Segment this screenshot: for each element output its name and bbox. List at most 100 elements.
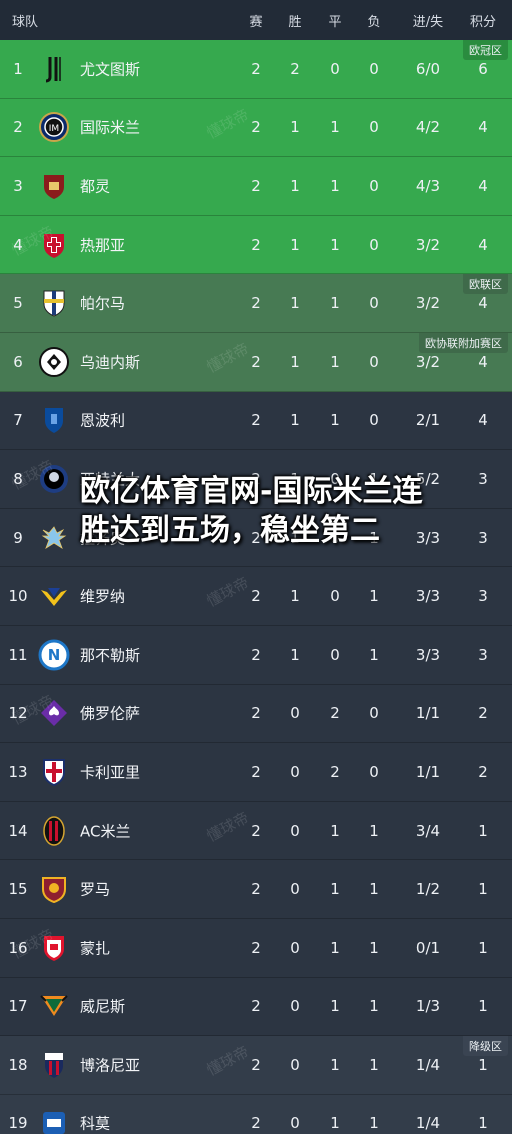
points: 4 [478,352,488,371]
won: 2 [290,59,300,78]
lost: 1 [369,587,379,606]
team-name: 恩波利 [80,411,126,430]
watermark-text: 懂球帝 [203,105,252,143]
rank: 3 [13,176,23,195]
udinese-badge-icon [38,346,70,378]
rank: 12 [8,704,28,723]
table-row[interactable]: 19 科莫 2 0 1 1 1/4 1 [0,1094,512,1134]
team-name: 都灵 [80,177,111,196]
draw: 1 [330,821,340,840]
draw: 1 [330,997,340,1016]
rank: 14 [8,821,28,840]
draw: 2 [330,762,340,781]
svg-text:IM: IM [49,124,59,134]
played: 2 [251,118,261,137]
table-row[interactable]: 4 热那亚 2 1 1 0 3/2 4 懂球帝 [0,215,512,275]
table-row[interactable]: 12 佛罗伦萨 2 0 2 0 1/1 2 懂球帝 [0,684,512,744]
goals: 0/1 [415,938,441,957]
draw: 1 [330,938,340,957]
table-row[interactable]: 18 博洛尼亚 2 0 1 1 1/4 1 降级区 懂球帝 [0,1036,512,1095]
won: 1 [290,294,300,313]
won: 1 [290,587,300,606]
table-row[interactable]: 15 罗马 2 0 1 1 1/2 1 [0,860,512,919]
points: 1 [478,1114,488,1133]
table-row[interactable]: 10 维罗纳 2 1 0 1 3/3 3 懂球帝 [0,567,512,626]
draw: 1 [330,1055,340,1074]
goals: 1/1 [415,762,441,781]
team-name: 罗马 [80,880,111,899]
goals: 1/3 [415,997,441,1016]
table-row[interactable]: 5 帕尔马 2 1 1 0 3/2 4 欧联区 [0,274,512,333]
rank: 17 [8,997,28,1016]
goals: 4/2 [415,118,441,137]
points: 4 [478,118,488,137]
goals: 1/1 [415,704,441,723]
napoli-badge-icon: N [38,639,70,671]
points: 1 [478,821,488,840]
table-row[interactable]: 16 蒙扎 2 0 1 1 0/1 1 懂球帝 [0,918,512,978]
draw: 1 [330,411,340,430]
header-points: 积分 [469,15,497,30]
zone-label-rel: 降级区 [463,1036,508,1057]
goals: 3/2 [415,235,441,254]
goals: 3/3 [415,645,441,664]
team-name: 维罗纳 [80,587,126,606]
points: 4 [478,411,488,430]
played: 2 [251,411,261,430]
table-row[interactable]: 6 乌迪内斯 2 1 1 0 3/2 4 欧协联附加赛区 懂球帝 [0,332,512,392]
table-row[interactable]: 14 AC米兰 2 0 1 1 3/4 1 懂球帝 [0,801,512,861]
goals: 1/4 [415,1055,441,1074]
won: 0 [290,1055,300,1074]
rank: 7 [13,411,23,430]
rank: 9 [13,528,23,547]
team-name: 威尼斯 [80,997,126,1016]
svg-text:N: N [48,646,61,664]
team-name: 尤文图斯 [80,60,141,79]
team-name: AC米兰 [80,822,131,841]
lost: 1 [369,880,379,899]
table-row[interactable]: 2 IM 国际米兰 2 1 1 0 4/2 4 懂球帝 [0,98,512,158]
table-row[interactable]: 11 N 那不勒斯 2 1 0 1 3/3 3 [0,625,512,685]
played: 2 [251,1114,261,1133]
draw: 0 [330,587,340,606]
points: 1 [478,1055,488,1074]
won: 1 [290,645,300,664]
header-played: 赛 [249,15,263,30]
played: 2 [251,704,261,723]
header-goals: 进/失 [412,15,444,30]
won: 1 [290,118,300,137]
monza-badge-icon [38,932,70,964]
table-row[interactable]: 3 都灵 2 1 1 0 4/3 4 [0,157,512,216]
lost: 0 [369,352,379,371]
inter-badge-icon: IM [38,111,70,143]
played: 2 [251,645,261,664]
table-row[interactable]: 7 恩波利 2 1 1 0 2/1 4 [0,391,512,451]
torino-badge-icon [38,170,70,202]
draw: 0 [330,59,340,78]
lost: 1 [369,938,379,957]
standings-table: 1 尤文图斯 2 2 0 0 6/0 6 欧冠区 2 IM 国际米兰 2 1 1… [0,40,512,1134]
team-name: 佛罗伦萨 [80,704,141,723]
points: 4 [478,176,488,195]
table-row[interactable]: 17 威尼斯 2 0 1 1 1/3 1 [0,977,512,1037]
como-badge-icon [38,1107,70,1134]
goals: 3/3 [415,587,441,606]
won: 1 [290,352,300,371]
header-lost: 负 [367,15,381,30]
rank: 15 [8,880,28,899]
rank: 5 [13,294,23,313]
played: 2 [251,997,261,1016]
draw: 1 [330,352,340,371]
standings-header: 球队 赛 胜 平 负 进/失 积分 [0,0,512,40]
header-won: 胜 [288,15,302,30]
header-draw: 平 [328,15,342,30]
played: 2 [251,294,261,313]
team-name: 博洛尼亚 [80,1056,141,1075]
table-row[interactable]: 1 尤文图斯 2 2 0 0 6/0 6 欧冠区 [0,40,512,99]
table-row[interactable]: 13 卡利亚里 2 0 2 0 1/1 2 [0,743,512,802]
lost: 1 [369,1055,379,1074]
watermark-text: 懂球帝 [203,573,252,611]
points: 4 [478,235,488,254]
rank: 10 [8,587,28,606]
roma-badge-icon [38,873,70,905]
